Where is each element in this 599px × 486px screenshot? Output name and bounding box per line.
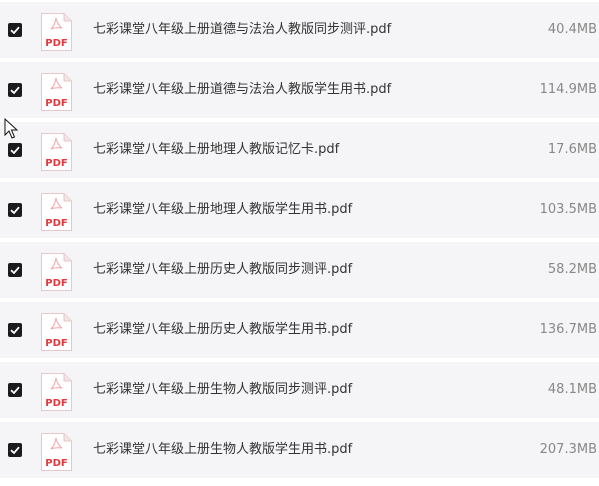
pdf-file-icon: PDF: [40, 72, 73, 112]
pdf-label: PDF: [45, 38, 67, 49]
file-size: 40.4MB: [547, 22, 597, 37]
pdf-label: PDF: [45, 158, 67, 169]
file-name: 七彩课堂八年级上册生物人教版学生用书.pdf: [93, 442, 353, 457]
file-row[interactable]: PDF 七彩课堂八年级上册道德与法治人教版学生用书.pdf 114.9MB: [0, 62, 599, 118]
checkbox-checked-icon[interactable]: [8, 23, 22, 37]
pdf-file-icon: PDF: [40, 12, 73, 52]
file-row[interactable]: PDF 七彩课堂八年级上册道德与法治人教版同步测评.pdf 40.4MB: [0, 2, 599, 58]
file-name: 七彩课堂八年级上册道德与法治人教版同步测评.pdf: [93, 22, 392, 37]
file-row[interactable]: PDF 七彩课堂八年级上册历史人教版学生用书.pdf 136.7MB: [0, 302, 599, 358]
pdf-file-icon: PDF: [40, 312, 73, 352]
file-size: 207.3MB: [539, 442, 597, 457]
checkbox-checked-icon[interactable]: [8, 383, 22, 397]
file-row[interactable]: PDF 七彩课堂八年级上册生物人教版同步测评.pdf 48.1MB: [0, 362, 599, 418]
file-row[interactable]: PDF 七彩课堂八年级上册历史人教版同步测评.pdf 58.2MB: [0, 242, 599, 298]
checkbox-checked-icon[interactable]: [8, 443, 22, 457]
file-name: 七彩课堂八年级上册生物人教版同步测评.pdf: [93, 382, 353, 397]
file-size: 136.7MB: [539, 322, 597, 337]
pdf-file-icon: PDF: [40, 372, 73, 412]
file-size: 17.6MB: [547, 142, 597, 157]
file-size: 48.1MB: [547, 382, 597, 397]
file-row[interactable]: PDF 七彩课堂八年级上册地理人教版记忆卡.pdf 17.6MB: [0, 122, 599, 178]
checkbox-checked-icon[interactable]: [8, 203, 22, 217]
checkbox-checked-icon[interactable]: [8, 323, 22, 337]
file-name: 七彩课堂八年级上册地理人教版记忆卡.pdf: [93, 142, 340, 157]
checkbox-checked-icon[interactable]: [8, 143, 22, 157]
file-name: 七彩课堂八年级上册历史人教版同步测评.pdf: [93, 262, 353, 277]
pdf-label: PDF: [45, 458, 67, 469]
pdf-file-icon: PDF: [40, 132, 73, 172]
pdf-label: PDF: [45, 278, 67, 289]
file-row[interactable]: PDF 七彩课堂八年级上册地理人教版学生用书.pdf 103.5MB: [0, 182, 599, 238]
pdf-file-icon: PDF: [40, 432, 73, 472]
pdf-label: PDF: [45, 398, 67, 409]
pdf-label: PDF: [45, 338, 67, 349]
pdf-label: PDF: [45, 98, 67, 109]
file-name: 七彩课堂八年级上册历史人教版学生用书.pdf: [93, 322, 353, 337]
checkbox-checked-icon[interactable]: [8, 263, 22, 277]
file-name: 七彩课堂八年级上册道德与法治人教版学生用书.pdf: [93, 82, 392, 97]
file-size: 58.2MB: [547, 262, 597, 277]
pdf-file-icon: PDF: [40, 252, 73, 292]
file-row[interactable]: PDF 七彩课堂八年级上册生物人教版学生用书.pdf 207.3MB: [0, 422, 599, 478]
file-size: 103.5MB: [539, 202, 597, 217]
file-size: 114.9MB: [539, 82, 597, 97]
checkbox-checked-icon[interactable]: [8, 83, 22, 97]
pdf-label: PDF: [45, 218, 67, 229]
pdf-file-icon: PDF: [40, 192, 73, 232]
file-name: 七彩课堂八年级上册地理人教版学生用书.pdf: [93, 202, 353, 217]
